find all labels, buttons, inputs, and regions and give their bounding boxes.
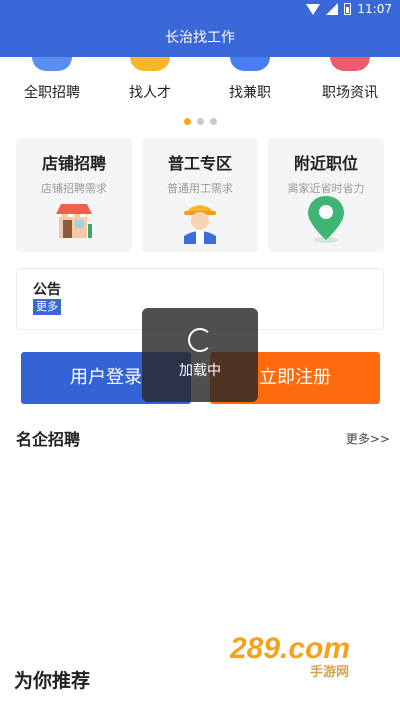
watermark-logo: 289.com 手游网 [230,632,350,678]
category-nav: 全职招聘 找人才 找兼职 职场资讯 [0,57,400,107]
nav-item-parttime[interactable]: 找兼职 [205,57,295,102]
famous-companies-more-link[interactable]: 更多>> [346,430,390,447]
wifi-icon [306,3,321,15]
card-title: 附近职位 [293,154,358,173]
location-pin-icon [308,196,344,243]
card-title: 普工专区 [167,154,232,173]
card-title: 店铺招聘 [41,154,106,173]
card-subtitle: 店铺招聘需求 [41,182,107,195]
page-title: 长治找工作 [165,30,235,46]
spinner-icon [188,328,212,352]
carousel-indicator [0,118,400,125]
fulltime-icon [32,57,72,71]
nav-item-talent[interactable]: 找人才 [105,57,195,102]
recommend-title: 为你推荐 [14,670,91,692]
loading-toast: 加载中 [142,308,258,402]
loading-text: 加载中 [179,363,221,379]
notice-more-button[interactable]: 更多 [33,299,61,315]
card-general-worker[interactable]: 普工专区 普通用工需求 [142,138,258,252]
nav-label: 找兼职 [229,85,271,101]
carousel-dot[interactable] [183,118,191,125]
parttime-icon [230,57,270,71]
shop-icon [56,204,92,238]
status-bar: 11:07 [0,0,400,20]
nav-label: 找人才 [129,85,171,101]
signal-icon [326,3,339,15]
status-icons: 11:07 [306,2,392,16]
card-subtitle: 普通用工需求 [167,182,233,195]
worker-icon [184,205,216,244]
battery-icon [344,3,352,15]
notice-title: 公告 [33,282,61,298]
carousel-dot[interactable] [196,118,204,125]
nav-item-fulltime[interactable]: 全职招聘 [7,57,97,102]
famous-companies-title: 名企招聘 [16,430,81,449]
talent-icon [130,57,170,71]
status-time: 11:07 [357,2,392,16]
app-header: 长治找工作 [0,20,400,57]
nav-item-news[interactable]: 职场资讯 [305,57,395,102]
watermark-sub: 手游网 [310,664,349,678]
watermark-text: 289.com [230,632,350,665]
nav-label: 职场资讯 [322,85,378,101]
carousel-dot[interactable] [209,118,217,125]
nav-label: 全职招聘 [24,85,80,101]
card-shop-recruit[interactable]: 店铺招聘 店铺招聘需求 [16,138,132,252]
news-icon [330,57,370,71]
card-nearby-jobs[interactable]: 附近职位 离家近省时省力 [268,138,384,252]
